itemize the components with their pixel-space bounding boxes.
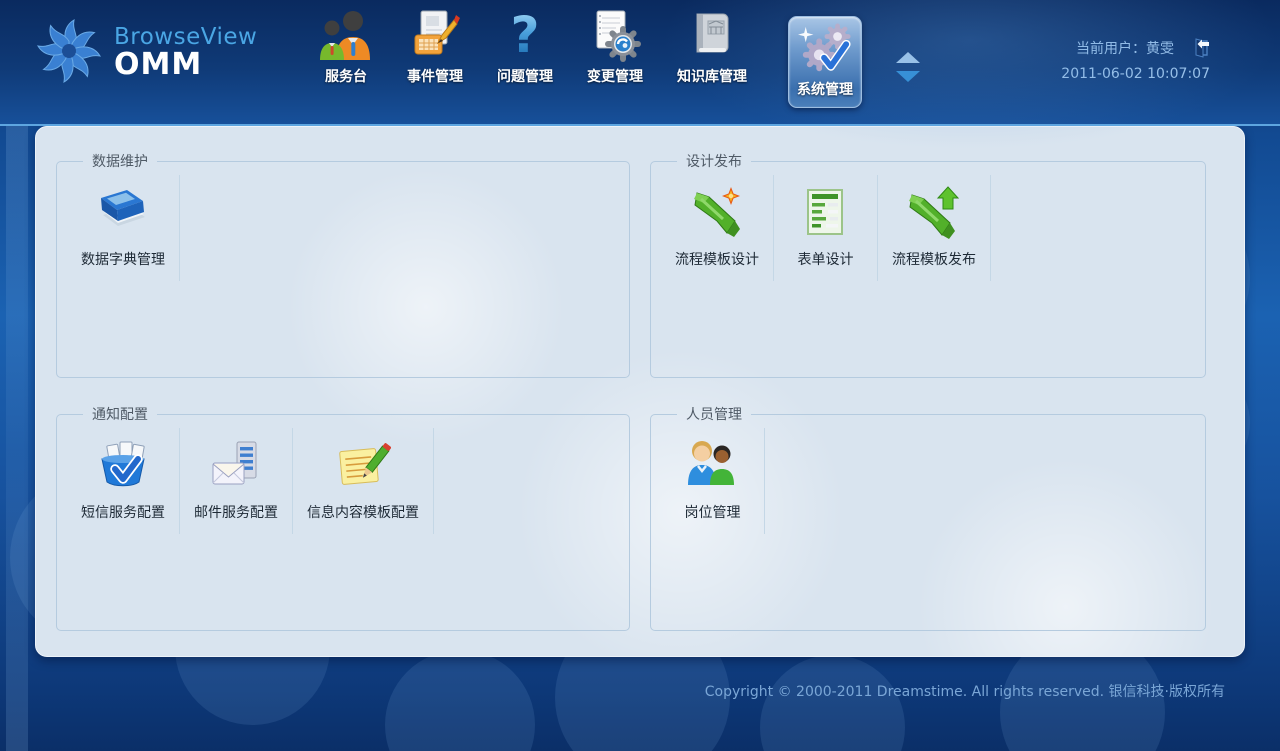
scroll-up-arrow[interactable] (896, 52, 920, 63)
mail-service-config-icon (208, 438, 264, 494)
panel-title: 数据维护 (83, 151, 157, 171)
nav-item-knowledge-base[interactable]: 知识库管理 (677, 8, 747, 108)
menu-item-label: 邮件服务配置 (194, 502, 278, 522)
header: BrowseView OMM (0, 0, 1280, 126)
menu-item-form-design[interactable]: 表单设计 (774, 175, 878, 281)
question-mark-glyph: ? (510, 10, 539, 60)
user-info: 当前用户：黄雯 2011-06-02 10:07:07 (1061, 38, 1210, 82)
data-dictionary-icon (95, 185, 151, 241)
datetime-label: 2011-06-02 10:07:07 (1061, 66, 1210, 82)
panel-title: 人员管理 (677, 404, 751, 424)
main-navigation: 服务台 事件管理 (302, 0, 870, 108)
panel-title: 通知配置 (83, 404, 157, 424)
menu-item-label: 信息内容模板配置 (307, 502, 419, 522)
menu-item-sms-service-config[interactable]: 短信服务配置 (67, 428, 180, 534)
message-template-config-icon (335, 438, 391, 494)
nav-item-system-management[interactable]: 系统管理 (788, 16, 862, 108)
panel-data-maintenance: 数据维护 数据字典管理 (56, 151, 630, 378)
menu-item-label: 数据字典管理 (81, 249, 165, 269)
menu-item-message-template-config[interactable]: 信息内容模板配置 (293, 428, 434, 534)
menu-item-data-dictionary[interactable]: 数据字典管理 (67, 175, 180, 281)
system-management-icon (798, 23, 852, 77)
nav-item-label: 事件管理 (407, 66, 463, 86)
menu-item-label: 流程模板设计 (675, 249, 759, 269)
menu-item-mail-service-config[interactable]: 邮件服务配置 (180, 428, 293, 534)
nav-item-label: 变更管理 (587, 66, 643, 86)
nav-item-change-management[interactable]: 变更管理 (587, 8, 643, 108)
menu-item-label: 流程模板发布 (892, 249, 976, 269)
brand-logo: BrowseView OMM (34, 16, 274, 90)
nav-item-label: 问题管理 (497, 66, 553, 86)
problem-management-icon: ? (498, 8, 552, 62)
logout-icon[interactable] (1188, 38, 1210, 58)
process-template-publish-icon (906, 185, 962, 241)
nav-item-label: 服务台 (325, 66, 367, 86)
panel-title: 设计发布 (677, 151, 751, 171)
main-content: 数据维护 数据字典管理 (35, 126, 1245, 657)
brand-name: BrowseView (114, 25, 257, 49)
service-desk-icon (319, 8, 373, 62)
page: BrowseView OMM (0, 0, 1280, 751)
scroll-down-arrow[interactable] (896, 71, 920, 82)
copyright-text: Copyright © 2000-2011 Dreamstime. All ri… (705, 684, 1225, 700)
nav-item-label: 知识库管理 (677, 66, 747, 86)
panel-design-publish: 设计发布 流程模板设计 (650, 151, 1206, 378)
nav-item-event-management[interactable]: 事件管理 (407, 8, 463, 108)
menu-item-position-management[interactable]: 岗位管理 (661, 428, 765, 534)
panel-notification-config: 通知配置 (56, 404, 630, 631)
nav-scroll-arrows (896, 52, 920, 82)
menu-item-label: 短信服务配置 (81, 502, 165, 522)
form-design-icon (798, 185, 854, 241)
footer: Copyright © 2000-2011 Dreamstime. All ri… (0, 657, 1280, 701)
change-management-icon (588, 8, 642, 62)
menu-item-label: 岗位管理 (685, 502, 741, 522)
brand-product: OMM (114, 49, 257, 81)
menu-item-process-template-publish[interactable]: 流程模板发布 (878, 175, 991, 281)
nav-item-problem-management[interactable]: ? 问题管理 (497, 8, 553, 108)
knowledge-base-icon (685, 8, 739, 62)
nav-item-label: 系统管理 (797, 79, 853, 99)
pinwheel-logo-icon (34, 16, 104, 90)
panel-personnel: 人员管理 岗位管理 (650, 404, 1206, 631)
sms-service-config-icon (95, 438, 151, 494)
event-management-icon (408, 8, 462, 62)
current-user-label: 当前用户：黄雯 (1076, 38, 1174, 58)
process-template-design-icon (689, 185, 745, 241)
position-management-icon (685, 438, 741, 494)
menu-item-label: 表单设计 (798, 249, 854, 269)
menu-item-process-template-design[interactable]: 流程模板设计 (661, 175, 774, 281)
nav-item-service-desk[interactable]: 服务台 (319, 8, 373, 108)
